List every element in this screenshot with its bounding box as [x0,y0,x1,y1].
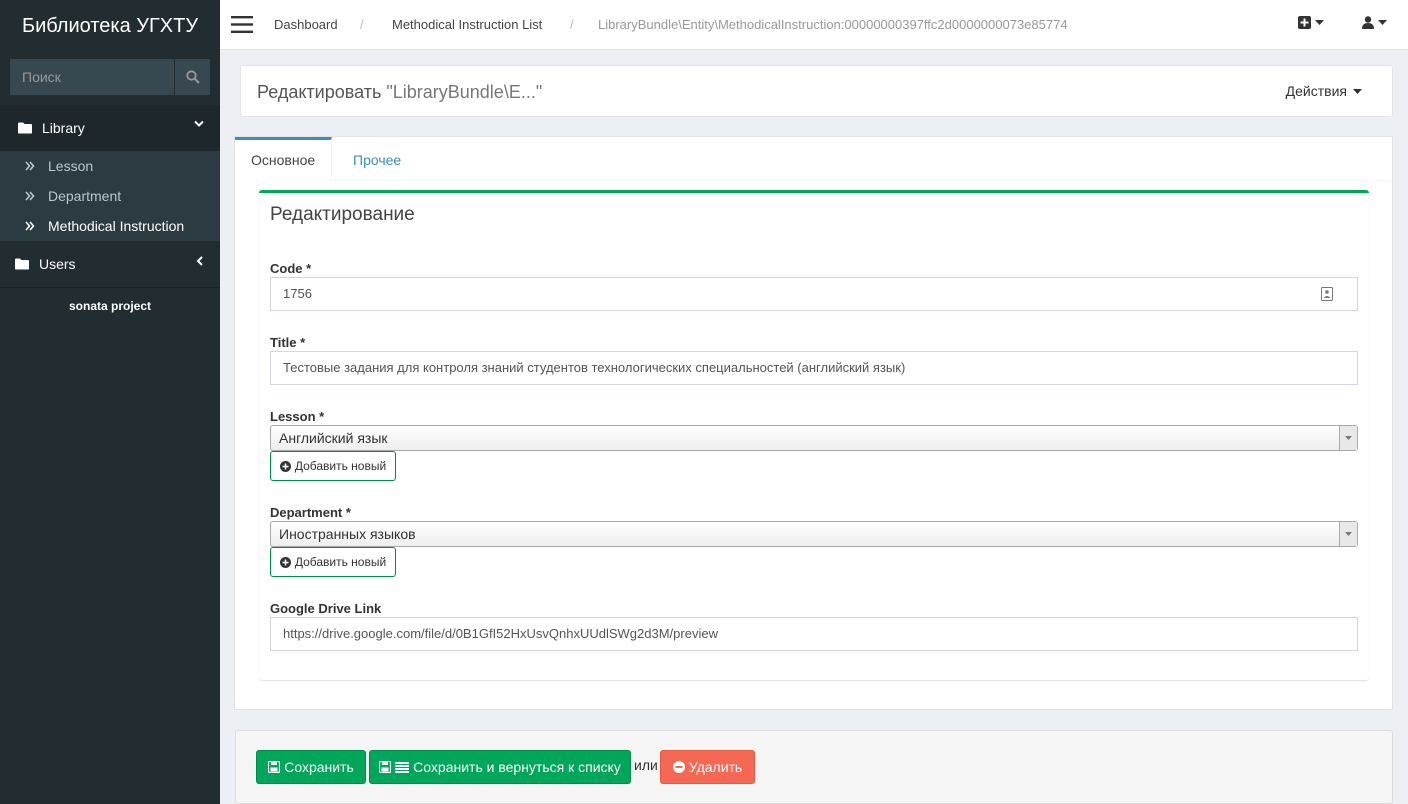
breadcrumb-separator: / [360,17,364,32]
page-title: Редактировать "LibraryBundle\E..." [257,82,542,103]
add-menu-button[interactable] [1298,16,1324,29]
save-and-return-label: Сохранить и вернуться к списку [413,759,621,775]
lesson-label: Lesson * [270,409,325,424]
department-select[interactable]: Иностранных языков [270,521,1358,547]
tab-main[interactable]: Основное [235,137,332,182]
user-icon [1362,16,1374,29]
code-input[interactable]: 1756 [270,277,1358,311]
caret-down-icon [1345,436,1352,440]
folder-icon [18,122,32,134]
gdrive-input[interactable]: https://drive.google.com/file/d/0B1GfI52… [270,617,1358,651]
code-label: Code * [270,261,312,276]
save-icon [379,761,392,773]
page-title-object: "LibraryBundle\E..." [386,82,543,102]
department-label: Department * [270,505,351,520]
caret-down-icon [1345,532,1352,536]
edit-form-box: Редактирование Code * 1756 Title * Тесто… [259,190,1369,680]
sidebar-item-lesson[interactable]: Lesson [0,151,220,181]
save-icon [268,761,281,773]
minus-circle-icon [672,761,685,773]
sidebar-item-label: Department [48,188,122,204]
sidebar-item-label: Methodical Instruction [48,218,185,234]
sidebar-item-department[interactable]: Department [0,181,220,211]
library-submenu: Lesson Department Methodical Instruction [0,151,220,241]
search-input[interactable]: Поиск [10,59,173,95]
code-value: 1756 [283,286,312,301]
plus-circle-icon [279,556,291,568]
breadcrumb-dashboard[interactable]: Dashboard [274,17,338,32]
breadcrumb-separator: / [570,17,574,32]
caret-down-icon [1315,19,1324,25]
sidebar-item-methodical-instruction[interactable]: Methodical Instruction [0,211,220,241]
delete-button[interactable]: Удалить [660,750,755,784]
list-icon [395,761,410,773]
department-selected-value: Иностранных языков [279,526,416,542]
add-department-button[interactable]: Добавить новый [270,547,396,577]
tab-other[interactable]: Прочее [337,137,417,181]
chevron-down-icon [194,120,204,127]
delete-label: Удалить [688,759,743,775]
plus-circle-icon [279,460,291,472]
sidebar-item-label: Lesson [48,158,94,174]
chevron-left-icon [196,256,203,266]
caret-down-icon [1378,19,1387,25]
plus-square-icon [1298,16,1311,29]
sidebar-divider [0,287,220,288]
save-and-return-button[interactable]: Сохранить и вернуться к списку [369,750,631,784]
sidebar-item-label: Users [39,256,76,272]
form-title: Редактирование [270,204,415,225]
breadcrumb-list[interactable]: Methodical Instruction List [392,17,542,32]
or-text: или [634,757,658,773]
tab-bar: Основное Прочее [235,137,1392,182]
add-lesson-label: Добавить новый [294,459,387,473]
sidebar-item-library[interactable]: Library [0,105,220,151]
select-arrow [1339,426,1357,450]
select-arrow [1339,522,1357,546]
page-header-box: Редактировать "LibraryBundle\E..." Дейст… [240,65,1393,117]
double-chevron-right-icon [25,191,35,201]
sidebar-item-users[interactable]: Users [0,241,220,287]
hamburger-icon [231,16,253,33]
search-button[interactable] [174,59,210,95]
folder-icon [15,258,29,270]
breadcrumb-current: LibraryBundle\Entity\MethodicalInstructi… [598,17,1068,32]
user-menu-button[interactable] [1362,16,1387,29]
sidebar-toggle-button[interactable] [231,16,253,36]
gdrive-label: Google Drive Link [270,601,382,616]
contact-card-icon[interactable] [1321,287,1333,301]
lesson-selected-value: Английский язык [279,430,388,446]
app-logo[interactable]: Библиотека УГХТУ [0,0,220,50]
title-label: Title * [270,335,306,350]
save-button[interactable]: Сохранить [256,750,366,784]
double-chevron-right-icon [25,161,35,171]
page-title-prefix: Редактировать [257,82,382,102]
top-navbar: Dashboard / Methodical Instruction List … [220,0,1408,50]
save-label: Сохранить [284,759,354,775]
sidebar-item-label: Library [42,120,85,136]
title-input[interactable]: Тестовые задания для контроля знаний сту… [270,351,1358,385]
sidebar: Библиотека УГХТУ Поиск Library Lesson De… [0,0,220,804]
search-icon [185,70,200,84]
actions-label: Действия [1285,83,1347,99]
double-chevron-right-icon [25,221,35,231]
form-tabs-container: Основное Прочее Редактирование Code * 17… [234,136,1393,710]
sidebar-footer-text[interactable]: sonata project [0,299,220,313]
sidebar-menu: Library Lesson Department Methodical Ins… [0,105,220,313]
caret-down-icon [1353,88,1362,94]
lesson-select[interactable]: Английский язык [270,425,1358,451]
sidebar-search: Поиск [10,59,210,95]
add-lesson-button[interactable]: Добавить новый [270,451,396,481]
actions-dropdown[interactable]: Действия [1286,83,1362,99]
add-department-label: Добавить новый [294,555,387,569]
form-actions-bar: Сохранить Сохранить и вернуться к списку… [235,730,1393,804]
